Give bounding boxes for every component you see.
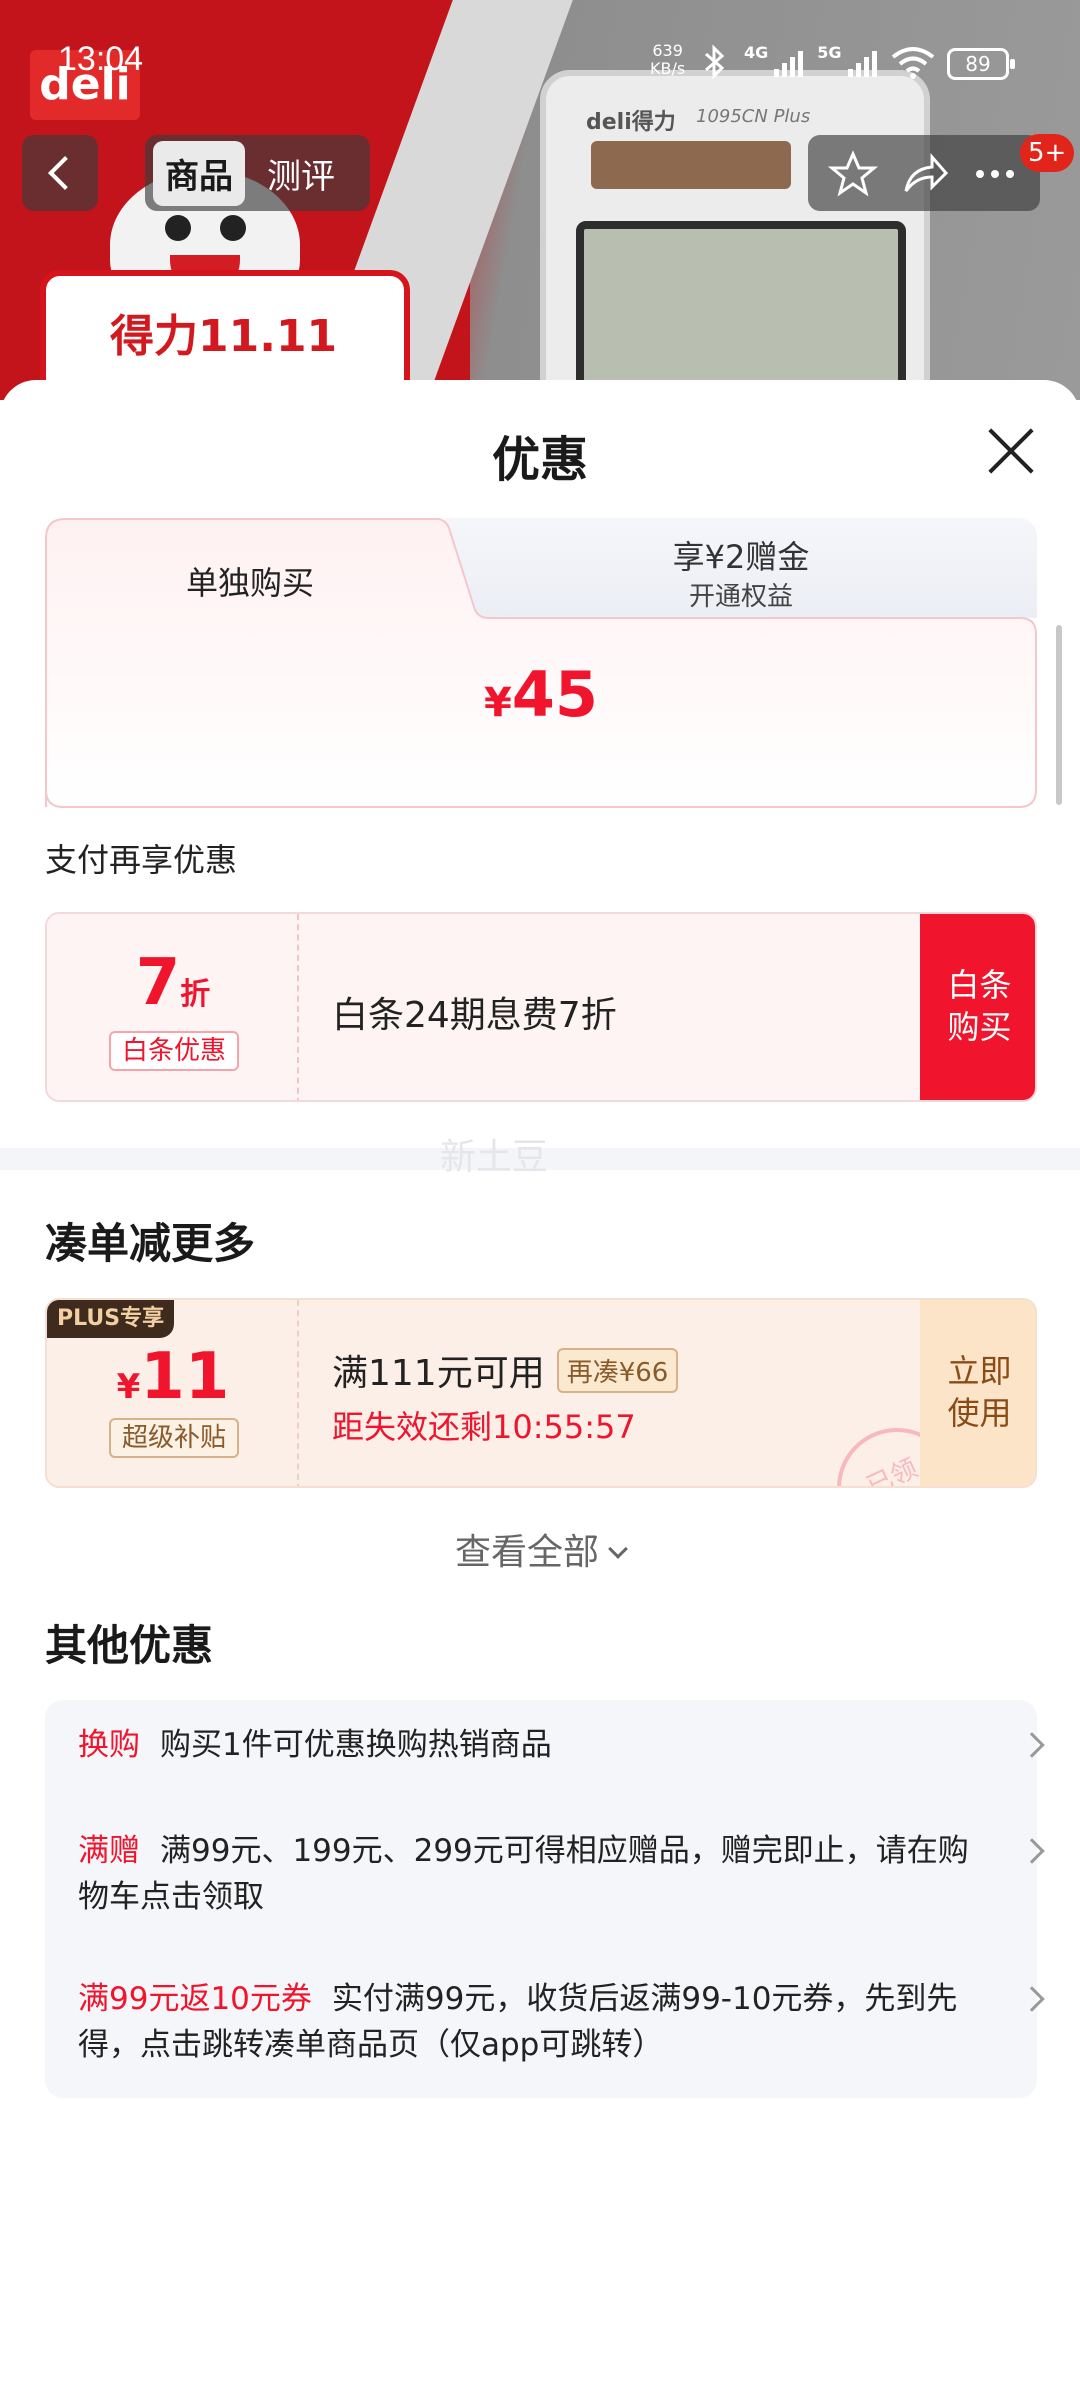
calculator-screen	[576, 221, 906, 400]
view-all-button[interactable]: 查看全部	[0, 1523, 1080, 1575]
watermark: 新土豆	[440, 1137, 549, 1178]
coupon-amount: ¥11	[47, 1340, 299, 1414]
offer-text: 购买1件可优惠换购热销商品	[160, 1727, 552, 1763]
baitiao-tag: 白条优惠	[109, 1031, 239, 1071]
offer-row-exchange[interactable]: 换购 购买1件可优惠换购热销商品	[78, 1722, 1045, 1768]
pay-discount-title: 支付再享优惠	[45, 841, 238, 879]
network-5g-label: 5G	[817, 42, 842, 62]
offer-row-gift[interactable]: 满赠 满99元、199元、299元可得相应赠品，赠完即止，请在购物车点击领取	[78, 1828, 1045, 1920]
network-speed: 639 KB/s	[650, 42, 685, 78]
close-icon[interactable]	[985, 425, 1037, 477]
mascot-eye	[220, 215, 246, 241]
network-speed-value: 639	[652, 41, 683, 60]
coupon-subsidy-tag: 超级补贴	[109, 1418, 239, 1458]
bluetooth-icon	[705, 44, 725, 80]
offer-tag: 满99元返10元券	[78, 1981, 312, 2017]
other-section-title: 其他优惠	[45, 1621, 214, 1670]
promo-text: 得力11.11	[110, 311, 338, 362]
baitiao-card: 7折 白条优惠 白条24期息费7折 白条 购买	[45, 912, 1037, 1102]
network-speed-unit: KB/s	[650, 59, 686, 78]
price-display: ¥45	[45, 658, 1037, 731]
plus-badge: PLUS专享	[47, 1300, 175, 1338]
baitiao-discount: 7折	[47, 946, 299, 1020]
status-icons: 4G 5G	[700, 42, 935, 82]
notification-badge: 5+	[1020, 134, 1075, 172]
baitiao-discount-unit: 折	[180, 977, 211, 1012]
chevron-right-icon	[1019, 1732, 1045, 1758]
offer-tag: 换购	[78, 1727, 140, 1763]
coupon-currency: ¥	[116, 1367, 141, 1407]
battery-icon: 89	[947, 48, 1015, 80]
coupon-condition: 满111元可用 再凑¥66	[332, 1344, 679, 1396]
price-currency: ¥	[483, 680, 512, 726]
baitiao-discount-value: 7	[135, 946, 181, 1020]
chevron-right-icon	[1019, 1838, 1045, 1864]
action-bar	[808, 135, 1040, 211]
baitiao-buy-label-1: 白条	[947, 966, 1012, 1004]
signal-4g-icon	[774, 47, 804, 77]
bundle-section-title: 凑单减更多	[45, 1219, 256, 1268]
tab-product[interactable]: 商品	[153, 140, 245, 206]
use-coupon-label-2: 使用	[947, 1394, 1012, 1432]
price-card: 享¥2赠金 开通权益 单独购买 ¥45	[45, 518, 1037, 808]
coupon-extra-tag: 再凑¥66	[556, 1347, 679, 1393]
signal-5g-icon	[847, 47, 877, 77]
offer-row-coupon-return[interactable]: 满99元返10元券 实付满99元，收货后返满99-10元券，先到先得，点击跳转凑单…	[78, 1976, 1045, 2068]
share-icon[interactable]	[900, 149, 950, 199]
back-button[interactable]	[22, 135, 98, 211]
use-coupon-label-1: 立即	[947, 1352, 1012, 1390]
offer-text: 满99元、199元、299元可得相应赠品，赠完即止，请在购物车点击领取	[78, 1833, 969, 1915]
chevron-down-icon	[608, 1539, 628, 1559]
offer-tag: 满赠	[78, 1833, 140, 1869]
price-value: 45	[511, 658, 599, 731]
baitiao-description: 白条24期息费7折	[332, 995, 617, 1036]
scroll-indicator	[1056, 625, 1062, 805]
network-4g-label: 4G	[744, 42, 769, 62]
tab-single-purchase[interactable]: 单独购买	[45, 558, 455, 604]
coupon-countdown: 距失效还剩10:55:57	[332, 1408, 636, 1446]
tab-review[interactable]: 测评	[255, 141, 347, 206]
product-tabs: 商品 测评	[145, 135, 370, 211]
coupon-amount-value: 11	[140, 1340, 230, 1414]
coupon-card: PLUS专享 ¥11 超级补贴 满111元可用 再凑¥66 距失效还剩10:55…	[45, 1298, 1037, 1488]
more-icon[interactable]	[970, 149, 1020, 199]
baitiao-buy-button[interactable]: 白条 购买	[920, 914, 1035, 1100]
use-coupon-button[interactable]: 立即 使用	[920, 1300, 1035, 1486]
top-nav: 商品 测评	[0, 130, 1080, 211]
baitiao-discount-block: 7折 白条优惠	[47, 914, 299, 1100]
baitiao-buy-label-2: 购买	[947, 1008, 1012, 1046]
chevron-right-icon	[1019, 1986, 1045, 2012]
wifi-icon	[891, 47, 934, 79]
mascot-eye	[165, 215, 191, 241]
other-offers-card: 换购 购买1件可优惠换购热销商品 满赠 满99元、199元、299元可得相应赠品，赠…	[45, 1700, 1045, 2098]
coupon-value-block: PLUS专享 ¥11 超级补贴	[47, 1300, 299, 1486]
status-time: 13:04	[58, 40, 144, 78]
favorite-star-icon[interactable]	[828, 149, 878, 199]
status-bar: 13:04 639 KB/s 4G 5G 89	[0, 0, 1080, 120]
coupon-condition-text: 满111元可用	[332, 1353, 545, 1394]
sheet-title: 优惠	[491, 432, 588, 488]
view-all-label: 查看全部	[454, 1532, 599, 1573]
discount-sheet: 优惠 享¥2赠金 开通权益 单独购买 ¥45 支付再享优惠 7折 白条优惠 白条…	[0, 380, 1080, 2400]
